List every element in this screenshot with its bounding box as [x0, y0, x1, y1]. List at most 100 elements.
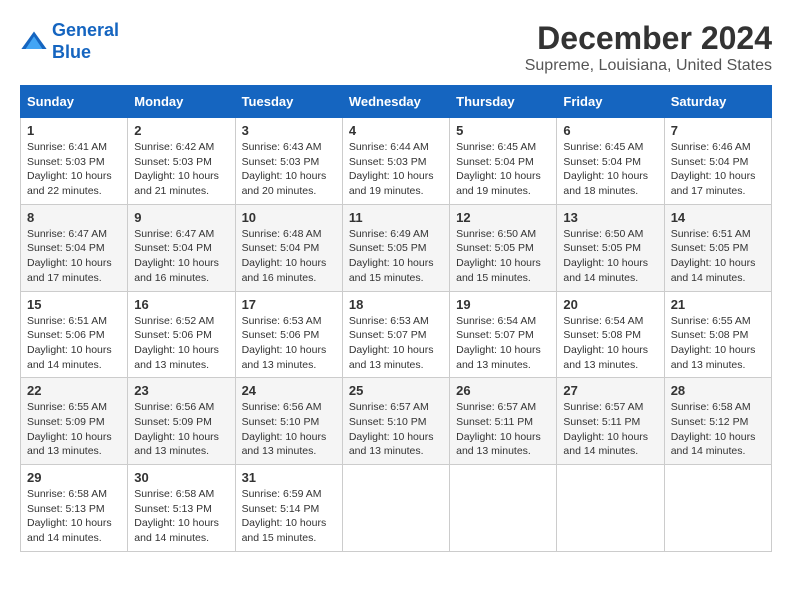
day-detail: Sunrise: 6:41 AM Sunset: 5:03 PM Dayligh… [27, 140, 121, 199]
day-number: 14 [671, 210, 765, 225]
logo-line2: Blue [52, 42, 91, 62]
calendar-cell: 10Sunrise: 6:48 AM Sunset: 5:04 PM Dayli… [235, 204, 342, 291]
calendar-cell: 30Sunrise: 6:58 AM Sunset: 5:13 PM Dayli… [128, 465, 235, 552]
calendar-cell: 6 Sunrise: 6:45 AM Sunset: 5:04 PM Daylig… [557, 118, 664, 205]
calendar-cell: 14 Sunrise: 6:51 AM Sunset: 5:05 PM Dayli… [664, 204, 771, 291]
calendar-table: SundayMondayTuesdayWednesdayThursdayFrid… [20, 85, 772, 552]
day-number: 25 [349, 383, 443, 398]
day-of-week-header: Tuesday [235, 86, 342, 118]
day-detail: Sunrise: 6:47 AM Sunset: 5:04 PM Dayligh… [134, 227, 228, 286]
calendar-header: SundayMondayTuesdayWednesdayThursdayFrid… [21, 86, 772, 118]
calendar-cell: 29 Sunrise: 6:58 AM Sunset: 5:13 PM Dayli… [21, 465, 128, 552]
day-detail: Sunrise: 6:47 AM Sunset: 5:04 PM Dayligh… [27, 227, 121, 286]
calendar-week-row: 1 Sunrise: 6:41 AM Sunset: 5:03 PM Daylig… [21, 118, 772, 205]
day-number: 26 [456, 383, 550, 398]
logo: General Blue [20, 20, 119, 63]
calendar-cell: 28 Sunrise: 6:58 AM Sunset: 5:12 PM Dayli… [664, 378, 771, 465]
day-number: 11 [349, 210, 443, 225]
day-of-week-header: Friday [557, 86, 664, 118]
day-detail: Sunrise: 6:51 AM Sunset: 5:05 PM Dayligh… [671, 227, 765, 286]
day-detail: Sunrise: 6:57 AM Sunset: 5:11 PM Dayligh… [456, 400, 550, 459]
day-number: 31 [242, 470, 336, 485]
day-number: 15 [27, 297, 121, 312]
day-number: 6 [563, 123, 657, 138]
calendar-week-row: 8 Sunrise: 6:47 AM Sunset: 5:04 PM Daylig… [21, 204, 772, 291]
calendar-cell: 18 Sunrise: 6:53 AM Sunset: 5:07 PM Dayli… [342, 291, 449, 378]
calendar-cell: 12 Sunrise: 6:50 AM Sunset: 5:05 PM Dayli… [450, 204, 557, 291]
calendar-cell: 5 Sunrise: 6:45 AM Sunset: 5:04 PM Daylig… [450, 118, 557, 205]
day-detail: Sunrise: 6:55 AM Sunset: 5:08 PM Dayligh… [671, 314, 765, 373]
day-detail: Sunrise: 6:50 AM Sunset: 5:05 PM Dayligh… [456, 227, 550, 286]
day-number: 4 [349, 123, 443, 138]
day-number: 21 [671, 297, 765, 312]
day-number: 29 [27, 470, 121, 485]
day-of-week-header: Monday [128, 86, 235, 118]
day-number: 8 [27, 210, 121, 225]
day-number: 3 [242, 123, 336, 138]
calendar-cell: 23 Sunrise: 6:56 AM Sunset: 5:09 PM Dayli… [128, 378, 235, 465]
logo-line1: General [52, 20, 119, 40]
calendar-cell: 11 Sunrise: 6:49 AM Sunset: 5:05 PM Dayli… [342, 204, 449, 291]
calendar-cell: 9 Sunrise: 6:47 AM Sunset: 5:04 PM Daylig… [128, 204, 235, 291]
day-number: 24 [242, 383, 336, 398]
calendar-cell: 20Sunrise: 6:54 AM Sunset: 5:08 PM Dayli… [557, 291, 664, 378]
day-detail: Sunrise: 6:45 AM Sunset: 5:04 PM Dayligh… [563, 140, 657, 199]
day-detail: Sunrise: 6:51 AM Sunset: 5:06 PM Dayligh… [27, 314, 121, 373]
calendar-week-row: 29 Sunrise: 6:58 AM Sunset: 5:13 PM Dayli… [21, 465, 772, 552]
day-detail: Sunrise: 6:45 AM Sunset: 5:04 PM Dayligh… [456, 140, 550, 199]
day-number: 18 [349, 297, 443, 312]
calendar-week-row: 22 Sunrise: 6:55 AM Sunset: 5:09 PM Dayli… [21, 378, 772, 465]
day-detail: Sunrise: 6:56 AM Sunset: 5:09 PM Dayligh… [134, 400, 228, 459]
day-number: 2 [134, 123, 228, 138]
calendar-cell: 17 Sunrise: 6:53 AM Sunset: 5:06 PM Dayli… [235, 291, 342, 378]
day-detail: Sunrise: 6:58 AM Sunset: 5:12 PM Dayligh… [671, 400, 765, 459]
day-detail: Sunrise: 6:44 AM Sunset: 5:03 PM Dayligh… [349, 140, 443, 199]
calendar-cell: 19Sunrise: 6:54 AM Sunset: 5:07 PM Dayli… [450, 291, 557, 378]
day-number: 17 [242, 297, 336, 312]
calendar-cell: 3Sunrise: 6:43 AM Sunset: 5:03 PM Daylig… [235, 118, 342, 205]
day-detail: Sunrise: 6:46 AM Sunset: 5:04 PM Dayligh… [671, 140, 765, 199]
day-number: 9 [134, 210, 228, 225]
day-of-week-header: Saturday [664, 86, 771, 118]
calendar-body: 1 Sunrise: 6:41 AM Sunset: 5:03 PM Daylig… [21, 118, 772, 552]
day-of-week-header: Sunday [21, 86, 128, 118]
day-detail: Sunrise: 6:55 AM Sunset: 5:09 PM Dayligh… [27, 400, 121, 459]
day-number: 22 [27, 383, 121, 398]
calendar-cell [557, 465, 664, 552]
day-detail: Sunrise: 6:42 AM Sunset: 5:03 PM Dayligh… [134, 140, 228, 199]
day-header-row: SundayMondayTuesdayWednesdayThursdayFrid… [21, 86, 772, 118]
day-detail: Sunrise: 6:54 AM Sunset: 5:08 PM Dayligh… [563, 314, 657, 373]
day-number: 13 [563, 210, 657, 225]
logo-text: General Blue [52, 20, 119, 63]
day-number: 28 [671, 383, 765, 398]
day-number: 30 [134, 470, 228, 485]
day-detail: Sunrise: 6:56 AM Sunset: 5:10 PM Dayligh… [242, 400, 336, 459]
day-number: 19 [456, 297, 550, 312]
day-detail: Sunrise: 6:49 AM Sunset: 5:05 PM Dayligh… [349, 227, 443, 286]
day-number: 12 [456, 210, 550, 225]
calendar-cell [450, 465, 557, 552]
calendar-cell: 24 Sunrise: 6:56 AM Sunset: 5:10 PM Dayli… [235, 378, 342, 465]
calendar-cell: 13 Sunrise: 6:50 AM Sunset: 5:05 PM Dayli… [557, 204, 664, 291]
calendar-cell: 26 Sunrise: 6:57 AM Sunset: 5:11 PM Dayli… [450, 378, 557, 465]
day-detail: Sunrise: 6:58 AM Sunset: 5:13 PM Dayligh… [27, 487, 121, 546]
calendar-cell [664, 465, 771, 552]
day-detail: Sunrise: 6:50 AM Sunset: 5:05 PM Dayligh… [563, 227, 657, 286]
day-detail: Sunrise: 6:57 AM Sunset: 5:10 PM Dayligh… [349, 400, 443, 459]
day-detail: Sunrise: 6:57 AM Sunset: 5:11 PM Dayligh… [563, 400, 657, 459]
day-detail: Sunrise: 6:53 AM Sunset: 5:07 PM Dayligh… [349, 314, 443, 373]
day-detail: Sunrise: 6:53 AM Sunset: 5:06 PM Dayligh… [242, 314, 336, 373]
day-number: 5 [456, 123, 550, 138]
calendar-cell: 15 Sunrise: 6:51 AM Sunset: 5:06 PM Dayli… [21, 291, 128, 378]
calendar-cell: 1 Sunrise: 6:41 AM Sunset: 5:03 PM Daylig… [21, 118, 128, 205]
calendar-cell: 2 Sunrise: 6:42 AM Sunset: 5:03 PM Daylig… [128, 118, 235, 205]
title-area: December 2024 Supreme, Louisiana, United… [525, 20, 772, 75]
day-detail: Sunrise: 6:52 AM Sunset: 5:06 PM Dayligh… [134, 314, 228, 373]
calendar-cell: 16Sunrise: 6:52 AM Sunset: 5:06 PM Dayli… [128, 291, 235, 378]
day-number: 23 [134, 383, 228, 398]
calendar-cell: 4 Sunrise: 6:44 AM Sunset: 5:03 PM Daylig… [342, 118, 449, 205]
day-number: 1 [27, 123, 121, 138]
day-of-week-header: Thursday [450, 86, 557, 118]
day-of-week-header: Wednesday [342, 86, 449, 118]
day-detail: Sunrise: 6:59 AM Sunset: 5:14 PM Dayligh… [242, 487, 336, 546]
